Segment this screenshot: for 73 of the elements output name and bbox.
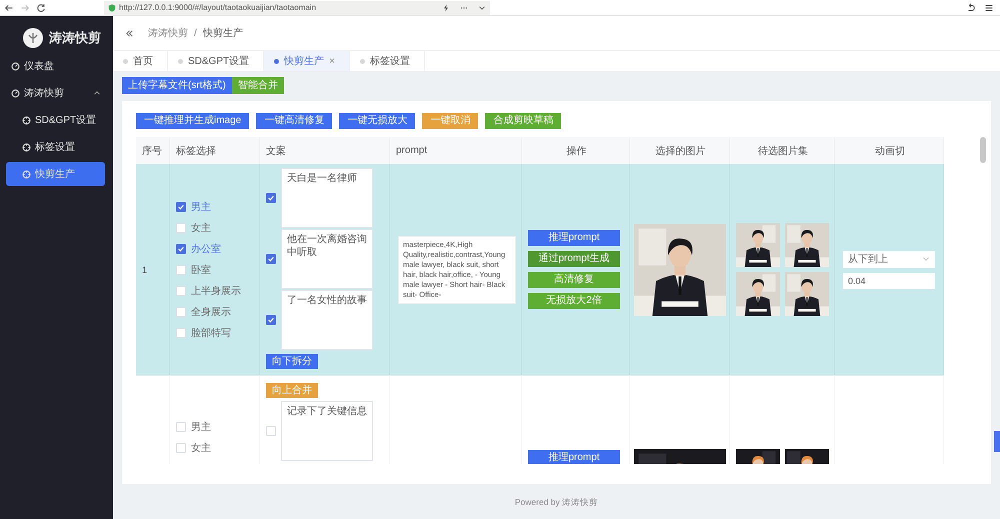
checkbox[interactable] xyxy=(176,244,186,254)
tag-label: 办公室 xyxy=(191,242,221,256)
breadcrumb-separator: / xyxy=(194,28,197,38)
table-row[interactable] xyxy=(136,164,944,376)
url-text: http://127.0.0.1:9000/#/layout/taotaokuaijian/taotaomain xyxy=(119,3,318,12)
tag-label: 男主 xyxy=(191,420,211,434)
back-icon[interactable] xyxy=(4,2,14,12)
sidebar-item[interactable]: 快剪生产 xyxy=(6,162,105,186)
toolbar-button[interactable]: 一键推理并生成image xyxy=(136,113,250,129)
action-button[interactable]: 高清修复 xyxy=(528,272,620,288)
scrollbar-thumb[interactable] xyxy=(980,137,986,163)
sidebar-label: SD&GPT设置 xyxy=(35,114,96,127)
split-down-button[interactable]: 向下拆分 xyxy=(266,354,318,369)
app-name: 涛涛快剪 xyxy=(49,28,101,46)
action-button[interactable]: 推理prompt xyxy=(528,230,620,246)
toolbar-button[interactable]: 一键高清修复 xyxy=(256,113,332,129)
tag-label: 全身展示 xyxy=(191,306,231,318)
action-button[interactable]: 推理prompt xyxy=(528,450,620,464)
sidebar-item[interactable]: 标签设置 xyxy=(6,135,105,159)
tag-label: 男主 xyxy=(191,200,211,214)
close-button[interactable]: × xyxy=(329,56,335,66)
tag-label: 女主 xyxy=(191,442,211,454)
tab[interactable]: 首页 xyxy=(113,51,168,71)
caret-icon xyxy=(93,89,101,97)
tag-label: 上半身展示 xyxy=(191,284,241,298)
logo-icon xyxy=(23,28,43,48)
gauge-icon xyxy=(11,62,20,70)
text-area[interactable]: 天白是一名律师 xyxy=(281,168,373,228)
breadcrumb-item: 快剪生产 xyxy=(202,26,243,40)
gear-icon xyxy=(22,116,31,124)
speed-input[interactable]: 0.04 xyxy=(843,272,935,288)
action-button[interactable]: 通过prompt生成 xyxy=(528,251,620,267)
gear-icon xyxy=(22,170,31,178)
text-area[interactable]: 了一名女性的故事 xyxy=(281,290,373,350)
upload-button[interactable]: 上传字幕文件(srt格式) xyxy=(122,77,232,94)
tab[interactable]: 标签设置 xyxy=(350,51,425,71)
toolbar-button[interactable]: 合成剪映草稿 xyxy=(485,113,562,129)
text-area[interactable]: 记录下了关键信息 xyxy=(281,401,373,461)
sidebar-label: 仪表盘 xyxy=(24,60,54,73)
sidebar-item[interactable]: 涛涛快剪 xyxy=(6,81,105,105)
checkbox[interactable] xyxy=(266,315,276,325)
undo-icon[interactable] xyxy=(966,2,976,12)
row-number: 1 xyxy=(142,264,148,274)
breadcrumb-item[interactable]: 涛涛快剪 xyxy=(148,26,188,40)
chevron-down-icon[interactable] xyxy=(478,4,486,12)
gear-icon xyxy=(22,142,31,152)
tag-label: 脸部特写 xyxy=(191,326,231,340)
sidebar-label: 涛涛快剪 xyxy=(24,86,64,100)
address-bar[interactable]: http://127.0.0.1:9000/#/layout/taotaokuaijian/taotaomain xyxy=(104,0,490,14)
bolt-icon[interactable] xyxy=(442,4,450,12)
menu-icon[interactable] xyxy=(984,2,994,12)
sidebar-item[interactable]: 仪表盘 xyxy=(6,54,105,78)
upload-button[interactable]: 智能合并 xyxy=(232,77,284,94)
direction-select[interactable]: 从下到上 xyxy=(843,250,935,268)
reload-icon[interactable] xyxy=(36,2,46,12)
shield-icon xyxy=(108,4,116,12)
text-area[interactable]: 他在一次离婚咨询中听取 xyxy=(281,229,373,289)
sidebar-label: 标签设置 xyxy=(35,140,75,154)
gauge-icon xyxy=(11,88,20,98)
checkbox[interactable] xyxy=(176,202,186,212)
checkbox[interactable] xyxy=(266,254,276,264)
tab[interactable]: 快剪生产 × xyxy=(264,51,350,71)
sidebar-item[interactable]: SD&GPT设置 xyxy=(6,108,105,132)
table-row[interactable]: 男主 女主 向上合并 记录下了关键信息 推理prompt xyxy=(136,376,944,464)
caret-icon xyxy=(922,255,930,263)
checkbox[interactable] xyxy=(266,193,276,203)
footer-text: Powered by 涛涛快剪 xyxy=(514,496,600,509)
sidebar-label: 快剪生产 xyxy=(35,168,75,181)
collapse-icon[interactable] xyxy=(125,28,134,38)
toolbar-button[interactable]: 一键无损放大 xyxy=(339,113,416,129)
tag-label: 卧室 xyxy=(191,264,211,276)
tag-label: 女主 xyxy=(191,222,211,234)
action-button[interactable]: 无损放大2倍 xyxy=(528,293,620,309)
